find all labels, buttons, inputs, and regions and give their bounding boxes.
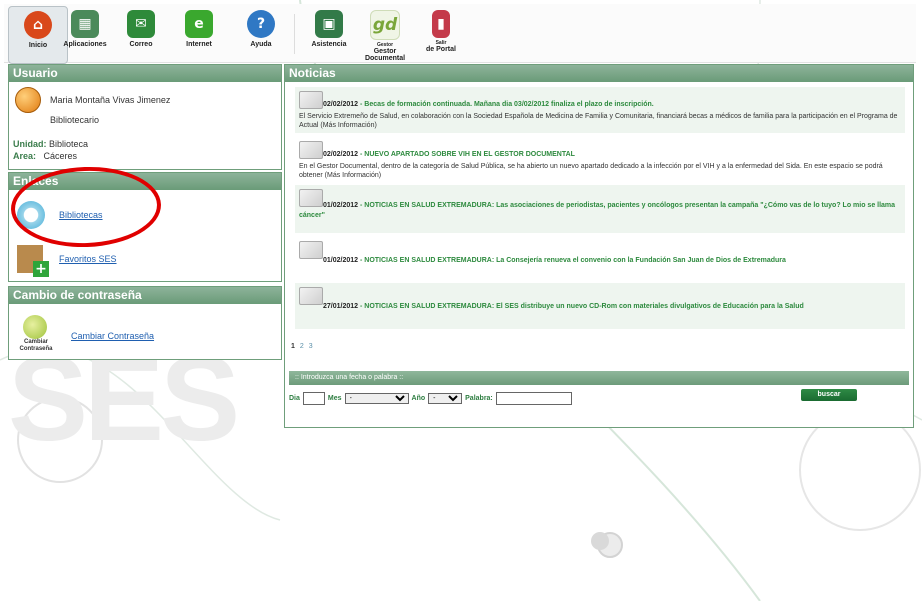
news-body: El Servicio Extremeño de Salud, en colab…	[299, 113, 898, 129]
internet-icon: e	[185, 10, 213, 38]
palabra-label: Palabra:	[465, 395, 493, 402]
support-icon: ▣	[315, 10, 343, 38]
toolbar-gestor-documental[interactable]: gd Gestor Gestor Documental	[356, 6, 414, 62]
news-panel-header: Noticias	[285, 65, 913, 82]
link-bibliotecas[interactable]: Bibliotecas	[17, 201, 103, 229]
toolbar-ayuda[interactable]: ? Ayuda	[232, 6, 290, 62]
area-label: Area:	[13, 151, 37, 161]
library-icon	[17, 201, 45, 229]
user-avatar-icon	[15, 87, 41, 113]
page-link[interactable]: 3	[309, 343, 313, 350]
news-headline: NOTICIAS EN SALUD EXTREMADURA: Las asoci…	[299, 202, 896, 219]
link-favoritos-text[interactable]: Favoritos SES	[59, 254, 117, 264]
news-headline: NOTICIAS EN SALUD EXTREMADURA: El SES di…	[364, 303, 804, 310]
news-title[interactable]: 02/02/2012 - Becas de formación continua…	[323, 101, 903, 108]
unidad-label: Unidad:	[13, 139, 47, 149]
dia-input[interactable]	[302, 392, 325, 405]
unidad-value: Biblioteca	[49, 139, 89, 149]
news-date: 02/02/2012	[323, 151, 359, 158]
toolbar-correo[interactable]: ✉ Correo	[112, 6, 170, 62]
password-panel-header: Cambio de contraseña	[9, 287, 281, 304]
home-icon: ⌂	[24, 11, 52, 39]
page-link[interactable]: 2	[300, 343, 304, 350]
main-toolbar: ⌂ Inicio ▦ Aplicaciones ✉ Correo e Inter…	[4, 4, 916, 64]
help-icon: ?	[247, 10, 275, 38]
user-unidad-row: Unidad: Biblioteca	[13, 139, 88, 149]
toolbar-asistencia[interactable]: ▣ Asistencia	[300, 6, 358, 62]
news-date: 27/01/2012	[323, 303, 359, 310]
news-item: 01/02/2012 - NOTICIAS EN SALUD EXTREMADU…	[295, 185, 905, 233]
news-title[interactable]: 01/02/2012 - NOTICIAS EN SALUD EXTREMADU…	[299, 201, 899, 221]
user-role: Bibliotecario	[50, 115, 100, 125]
dia-label: Dia	[289, 395, 300, 402]
toolbar-separator	[294, 14, 295, 54]
links-panel-header: Enlaces	[9, 173, 281, 190]
news-body: En el Gestor Documental, dentro de la ca…	[299, 163, 883, 179]
news-date: 01/02/2012	[323, 257, 359, 264]
link-bibliotecas-text[interactable]: Bibliotecas	[59, 210, 103, 220]
gd-icon: gd	[370, 10, 400, 40]
toolbar-internet[interactable]: e Internet	[170, 6, 228, 62]
toolbar-label: Correo	[129, 41, 153, 48]
change-password-link[interactable]: Cambiar Contraseña	[71, 331, 154, 341]
news-title[interactable]: 01/02/2012 - NOTICIAS EN SALUD EXTREMADU…	[323, 257, 903, 264]
news-headline: Becas de formación continuada. Mañana di…	[364, 101, 654, 108]
page-link[interactable]: 1	[291, 343, 295, 350]
anio-select[interactable]: -	[428, 393, 463, 404]
news-icon	[299, 241, 323, 259]
news-headline: NUEVO APARTADO SOBRE VIH EN EL GESTOR DO…	[364, 151, 575, 158]
change-password-caption: Cambiar Contraseña	[19, 339, 53, 352]
portal-icon: ▮	[432, 10, 450, 38]
news-date: 01/02/2012	[323, 202, 359, 209]
news-item: 02/02/2012 - Becas de formación continua…	[295, 87, 905, 133]
toolbar-label: de Portal	[426, 46, 456, 53]
user-name: Maria Montaña Vivas Jimenez	[50, 95, 171, 105]
anio-label: Año	[411, 395, 426, 402]
news-panel: Noticias 02/02/2012 - Becas de formación…	[284, 64, 914, 428]
toolbar-label: Internet	[186, 41, 212, 48]
toolbar-label: Gestor Documental	[364, 48, 406, 62]
password-panel: Cambio de contraseña Cambiar Contraseña …	[8, 286, 282, 360]
toolbar-aplicaciones[interactable]: ▦ Aplicaciones	[56, 6, 114, 62]
toolbar-label: Aplicaciones	[63, 41, 107, 48]
user-panel: Usuario Maria Montaña Vivas Jimenez Bibl…	[8, 64, 282, 170]
news-title[interactable]: 02/02/2012 - NUEVO APARTADO SOBRE VIH EN…	[323, 151, 903, 158]
mes-label: Mes	[327, 395, 342, 402]
toolbar-label: Ayuda	[250, 41, 272, 48]
palabra-input[interactable]	[495, 392, 572, 405]
links-panel: Enlaces Bibliotecas Favoritos SES	[8, 172, 282, 282]
news-icon	[299, 287, 323, 305]
area-value: Cáceres	[43, 151, 78, 161]
news-headline: NOTICIAS EN SALUD EXTREMADURA: La Consej…	[364, 257, 786, 264]
user-area-row: Area: Cáceres	[13, 151, 77, 161]
news-icon	[299, 141, 323, 159]
news-pagination: 1 2 3	[291, 343, 316, 350]
news-icon	[299, 91, 323, 109]
link-favoritos-ses[interactable]: Favoritos SES	[17, 245, 117, 277]
news-item: 01/02/2012 - NOTICIAS EN SALUD EXTREMADU…	[295, 237, 905, 279]
news-item: 02/02/2012 - NUEVO APARTADO SOBRE VIH EN…	[295, 137, 905, 183]
news-item: 27/01/2012 - NOTICIAS EN SALUD EXTREMADU…	[295, 283, 905, 329]
search-button[interactable]: buscar	[801, 389, 857, 401]
mes-select[interactable]: -	[344, 393, 409, 404]
news-title[interactable]: 27/01/2012 - NOTICIAS EN SALUD EXTREMADU…	[323, 303, 903, 310]
news-date: 02/02/2012	[323, 101, 359, 108]
favorites-icon	[17, 245, 49, 277]
mail-icon: ✉	[127, 10, 155, 38]
toolbar-label: Asistencia	[311, 41, 347, 48]
change-password-icon[interactable]	[23, 315, 47, 339]
search-form: Dia Mes - Año - Palabra:	[289, 392, 575, 405]
user-panel-header: Usuario	[9, 65, 281, 82]
toolbar-salir-portal[interactable]: ▮ Salir de Portal	[412, 6, 470, 62]
search-header: :: Introduzca una fecha o palabra ::	[289, 371, 909, 385]
apps-icon: ▦	[71, 10, 99, 38]
